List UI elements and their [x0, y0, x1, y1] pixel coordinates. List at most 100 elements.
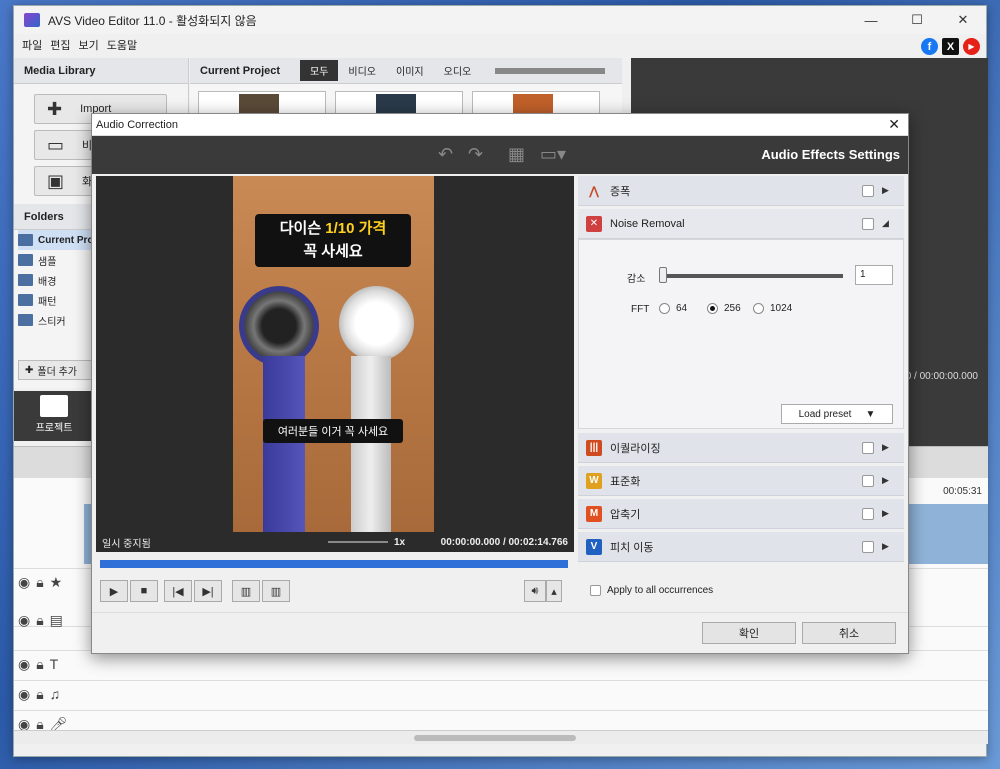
expand-icon[interactable]: ▶: [882, 541, 904, 552]
effect-checkbox[interactable]: [862, 507, 874, 520]
folder-icon: [18, 234, 33, 246]
menu-view[interactable]: 보기: [75, 37, 103, 53]
effect-checkbox[interactable]: [862, 540, 874, 553]
effect-checkbox[interactable]: [862, 184, 874, 197]
effect-label: 증폭: [610, 185, 631, 198]
prev-frame-button[interactable]: |◀: [164, 580, 192, 602]
effect-noise-removal[interactable]: ✕ Noise Removal ◢: [578, 209, 904, 239]
load-preset-button[interactable]: Load preset ▼: [781, 404, 893, 424]
expand-icon[interactable]: ▶: [882, 475, 904, 486]
tab-video[interactable]: 비디오: [338, 60, 386, 81]
effect-label: 표준화: [610, 475, 641, 488]
x-icon[interactable]: X: [942, 38, 959, 55]
effect-checkbox[interactable]: [862, 441, 874, 454]
maximize-button[interactable]: ☐: [894, 6, 940, 34]
display-icon[interactable]: ▭▾: [540, 144, 566, 165]
eye-icon[interactable]: ◉: [18, 686, 30, 703]
video-preview: 다이슨 1/10 가격 꼭 사세요 여러분들 이거 꼭 사세요: [96, 176, 574, 532]
add-folder-label: 폴더 추가: [37, 366, 77, 378]
stop-button[interactable]: ■: [130, 580, 158, 602]
video-caption-top: 다이슨 1/10 가격 꼭 사세요: [255, 214, 411, 267]
eye-icon[interactable]: ◉: [18, 574, 30, 591]
amplify-icon: ⋀: [586, 182, 602, 199]
folder-icon: [18, 314, 33, 326]
gain-slider-knob[interactable]: [659, 267, 667, 283]
lock-icon[interactable]: 🔒︎: [36, 656, 43, 673]
mark-in-button[interactable]: ▥: [232, 580, 260, 602]
expand-icon[interactable]: ▶: [882, 442, 904, 453]
menu-help[interactable]: 도움말: [103, 37, 141, 53]
facebook-icon[interactable]: f: [921, 38, 938, 55]
volume-arrow-icon[interactable]: ▴: [546, 580, 562, 602]
effect-checkbox[interactable]: [862, 217, 874, 230]
minimize-button[interactable]: —: [848, 6, 894, 34]
redo-icon[interactable]: ↷: [468, 144, 483, 165]
effect-equalizer[interactable]: ||| 이퀄라이징 ▶: [578, 433, 904, 463]
menu-edit[interactable]: 편집: [46, 37, 74, 53]
plus-icon: ✚: [47, 98, 63, 119]
youtube-icon[interactable]: ▶: [963, 38, 980, 55]
add-folder-button[interactable]: ✚ 폴더 추가: [18, 360, 94, 380]
dialog-title-bar: Audio Correction ✕: [92, 114, 908, 136]
audio-correction-dialog: Audio Correction ✕ ↶ ↷ ▦ ▭▾ Audio Effect…: [91, 113, 909, 654]
track-effects-controls: ◉ 🔒︎ ★: [18, 574, 62, 591]
close-icon[interactable]: ✕: [888, 116, 900, 133]
video-caption-bottom: 여러분들 이거 꼭 사세요: [263, 419, 403, 443]
video-status-bar: 일시 중지됨 1x 00:00:00.000 / 00:02:14.766: [96, 532, 574, 552]
dryer-body-right: [351, 356, 391, 532]
effect-normalize[interactable]: W 표준화 ▶: [578, 466, 904, 496]
fft-option-64[interactable]: 64: [659, 303, 687, 314]
menu-file[interactable]: 파일: [18, 37, 46, 53]
effect-compressor[interactable]: M 압축기 ▶: [578, 499, 904, 529]
normalize-icon: W: [586, 472, 602, 489]
folder-label: Current Pro: [38, 234, 94, 246]
current-project-header: Current Project 모두 비디오 이미지 오디오: [190, 58, 622, 84]
lock-icon[interactable]: 🔒︎: [36, 686, 43, 703]
lock-icon[interactable]: 🔒︎: [36, 612, 43, 629]
tab-image[interactable]: 이미지: [386, 60, 434, 81]
eye-icon[interactable]: ◉: [18, 612, 30, 629]
nav-project[interactable]: 프로젝트: [14, 391, 94, 441]
plus-icon: ✚: [25, 364, 34, 376]
app-icon: [24, 13, 40, 27]
gain-label: 감소: [627, 274, 646, 285]
thumbnail-size-slider[interactable]: [495, 67, 606, 74]
undo-icon[interactable]: ↶: [438, 144, 453, 165]
text-icon: T: [49, 656, 59, 672]
effect-amplify[interactable]: ⋀ 증폭 ▶: [578, 176, 904, 206]
collapse-icon[interactable]: ◢: [882, 218, 904, 229]
fft-option-256[interactable]: 256: [707, 303, 741, 314]
mark-out-button[interactable]: ▥: [262, 580, 290, 602]
grid-icon[interactable]: ▦: [508, 144, 525, 165]
track-music-controls: ◉ 🔒︎ ♫: [18, 686, 60, 703]
timeline-scrollbar[interactable]: [14, 730, 988, 744]
screen-icon: ▣: [47, 170, 65, 191]
fft-option-1024[interactable]: 1024: [753, 303, 792, 314]
apply-all-checkbox[interactable]: Apply to all occurrences: [590, 585, 713, 596]
tab-all[interactable]: 모두: [300, 60, 339, 81]
fft-option-label: 64: [676, 303, 688, 314]
close-button[interactable]: ✕: [940, 6, 986, 34]
effect-pitch-shift[interactable]: V 피치 이동 ▶: [578, 532, 904, 562]
folder-icon: [18, 294, 33, 306]
cancel-button[interactable]: 취소: [802, 622, 896, 644]
effect-checkbox[interactable]: [862, 474, 874, 487]
play-button[interactable]: ▶: [100, 580, 128, 602]
expand-icon[interactable]: ▶: [882, 508, 904, 519]
ok-button[interactable]: 확인: [702, 622, 796, 644]
radio-icon: [753, 303, 764, 314]
tab-audio[interactable]: 오디오: [434, 60, 482, 81]
scrollbar-thumb[interactable]: [414, 735, 576, 741]
volume-icon[interactable]: 🔊︎: [524, 580, 546, 602]
expand-icon[interactable]: ▶: [882, 185, 904, 196]
gain-slider-track[interactable]: [663, 274, 843, 278]
speed-slider[interactable]: [328, 541, 388, 543]
seek-bar[interactable]: [100, 560, 568, 568]
preview-time: 0 / 00:00:00.000: [905, 371, 978, 382]
effect-label: 이퀄라이징: [610, 442, 661, 455]
gain-input[interactable]: 1: [855, 265, 893, 285]
camera-icon: ▭: [47, 134, 65, 155]
next-frame-button[interactable]: ▶|: [194, 580, 222, 602]
lock-icon[interactable]: 🔒︎: [36, 574, 43, 591]
eye-icon[interactable]: ◉: [18, 656, 30, 673]
